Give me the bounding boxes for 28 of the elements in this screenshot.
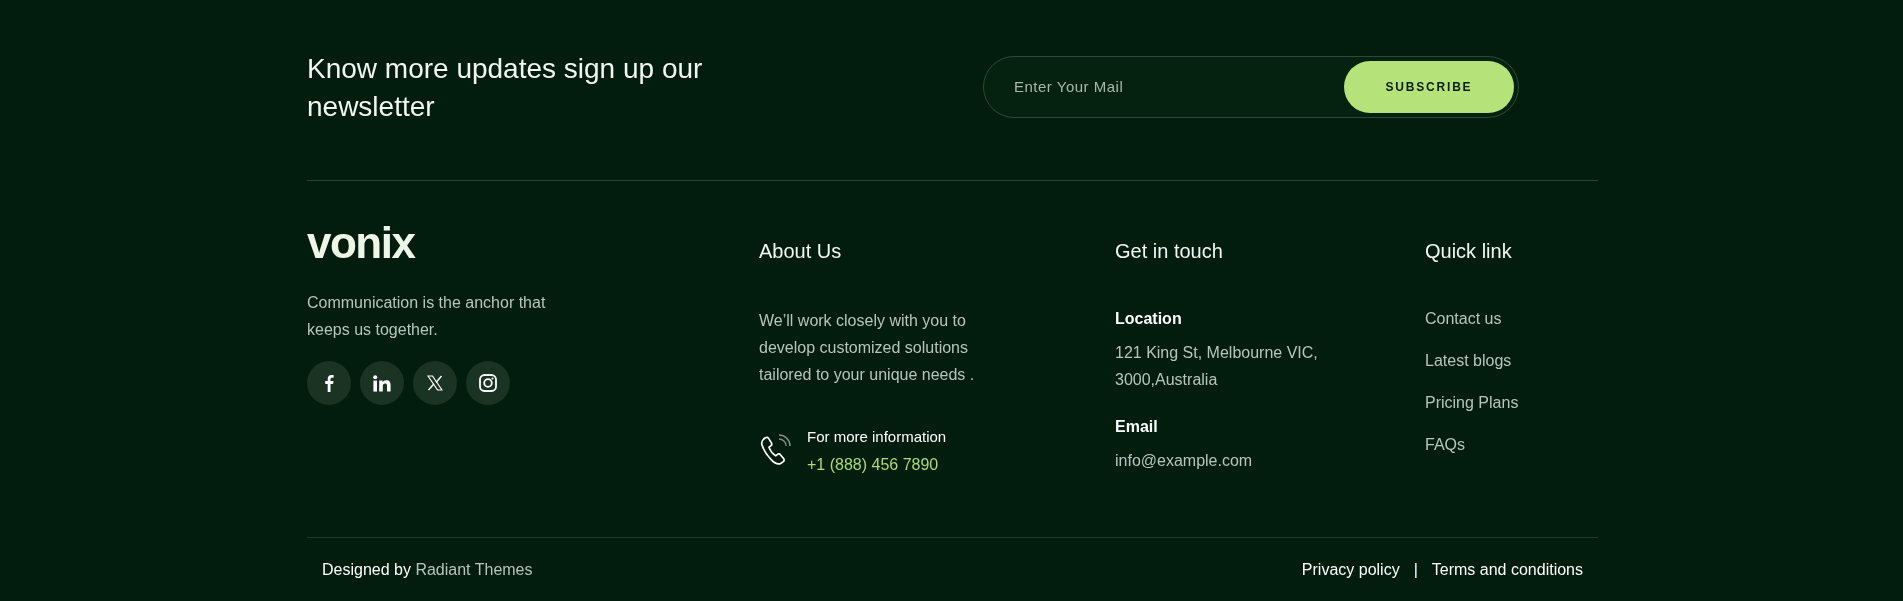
about-text: We’ll work closely with you to develop customized solutions tailored to your unique needs . [759, 311, 976, 385]
linkedin-icon[interactable] [360, 361, 404, 405]
footer-link[interactable]: Privacy policy [1301, 557, 1400, 582]
footer-link[interactable]: Pricing Plans [1425, 391, 1598, 415]
footer-link[interactable]: Contact us [1425, 307, 1598, 331]
column-heading: Quick link [1425, 239, 1513, 263]
footer-link[interactable]: FAQs [1425, 433, 1598, 457]
contact-label: For more information [807, 427, 947, 447]
contact-value: 121 King St, Melbourne VIC, 3000,Australia [1115, 343, 1319, 390]
contact-label: Location [1115, 309, 1183, 329]
separator: | [1413, 559, 1418, 580]
newsletter-heading: Know more updates sign up our newsletter [307, 52, 704, 124]
credit-link[interactable]: Radiant Themes [415, 560, 533, 578]
credit-text: Designed by [322, 560, 411, 578]
column-heading: About Us [759, 239, 843, 263]
instagram-icon[interactable] [466, 361, 510, 405]
contact-value: info@example.com [1115, 451, 1254, 471]
logo[interactable]: vonix [307, 221, 759, 265]
footer-link[interactable]: Latest blogs [1425, 349, 1598, 373]
subscribe-button[interactable]: SUBSCRIBE [1344, 61, 1514, 113]
footer-link[interactable]: Terms and conditions [1431, 557, 1583, 582]
column-heading: Get in touch [1115, 239, 1224, 263]
tagline: Communication is the anchor that keeps us together. [307, 293, 547, 340]
email-field[interactable]: Enter Your Mail SUBSCRIBE [983, 56, 1519, 118]
contact-label: Email [1115, 417, 1159, 437]
facebook-icon[interactable] [307, 361, 351, 405]
phone-link[interactable]: +1 (888) 456 7890 [807, 452, 939, 477]
x-icon[interactable] [413, 361, 457, 405]
